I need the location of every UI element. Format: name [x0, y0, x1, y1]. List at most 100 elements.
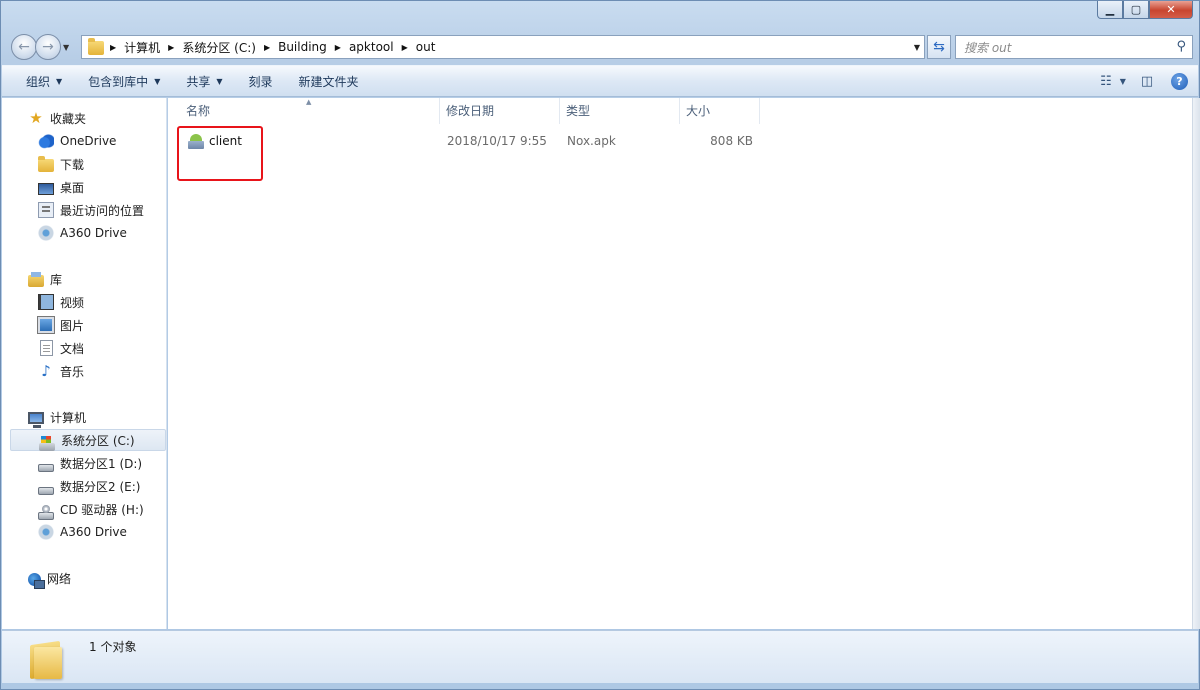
command-bar: 组织 ▼ 包含到库中 ▼ 共享 ▼ 刻录 新建文件夹 ☷ ▼ ◫ ? — [2, 65, 1198, 97]
nav-item-a360-drive-favorite[interactable]: A360 Drive — [38, 222, 127, 244]
nav-item-pictures[interactable]: 图片 — [37, 314, 84, 336]
downloads-folder-icon — [38, 155, 54, 172]
search-placeholder: 搜索 out — [964, 40, 1012, 55]
breadcrumb-chevron-icon[interactable]: ▶ — [335, 43, 341, 52]
nav-item-system-drive[interactable]: 系统分区 (C:) — [10, 429, 166, 451]
nav-item-data-drive-1[interactable]: 数据分区1 (D:) — [38, 452, 142, 474]
a360-drive-icon — [38, 225, 54, 241]
nav-item-label: 数据分区2 (E:) — [60, 479, 141, 494]
nav-item-music[interactable]: ♪ 音乐 — [38, 360, 84, 382]
sort-ascending-icon: ▲ — [306, 98, 312, 106]
breadcrumb-computer[interactable]: 计算机 — [124, 39, 160, 56]
nav-computer-label: 计算机 — [50, 410, 87, 425]
preview-pane-button[interactable]: ◫ — [1137, 71, 1157, 91]
file-name-cell[interactable]: client — [188, 130, 242, 152]
column-header-type[interactable]: 类型 — [560, 98, 680, 124]
new-folder-button[interactable]: 新建文件夹 — [286, 69, 372, 93]
navigation-pane: ★ 收藏夹 OneDrive 下载 桌面 最近访问的位置 A360 Drive … — [2, 98, 167, 629]
refresh-button[interactable]: ⇆ — [927, 35, 951, 59]
folder-icon — [28, 635, 66, 680]
nav-network-label: 网络 — [47, 571, 72, 586]
minimize-button[interactable]: ▁ — [1097, 1, 1123, 19]
recent-places-icon — [38, 202, 54, 218]
nav-item-label: 桌面 — [60, 180, 85, 195]
nav-item-videos[interactable]: 视频 — [38, 291, 84, 313]
nav-item-label: 音乐 — [60, 364, 85, 379]
breadcrumb-chevron-icon[interactable]: ▶ — [264, 43, 270, 52]
chevron-down-icon: ▼ — [56, 76, 63, 86]
search-input[interactable]: 搜索 out ⚲ — [955, 35, 1193, 59]
nav-favorites[interactable]: ★ 收藏夹 — [28, 107, 86, 129]
share-button[interactable]: 共享 ▼ — [173, 69, 235, 93]
chevron-down-icon: ▼ — [154, 76, 161, 86]
file-modified: 2018/10/17 9:55 — [447, 134, 547, 148]
address-dropdown-icon[interactable]: ▼ — [914, 43, 920, 52]
nav-item-downloads[interactable]: 下载 — [38, 153, 84, 175]
picture-icon — [37, 316, 55, 334]
breadcrumb-building[interactable]: Building — [278, 40, 327, 54]
star-icon: ★ — [29, 109, 43, 127]
nav-item-label: 数据分区1 (D:) — [60, 456, 143, 471]
library-icon — [28, 272, 44, 287]
search-icon[interactable]: ⚲ — [1176, 39, 1186, 54]
maximize-button[interactable]: ▢ — [1123, 1, 1149, 19]
burn-button[interactable]: 刻录 — [236, 69, 286, 93]
close-button[interactable]: ✕ — [1149, 1, 1193, 19]
details-pane: 1 个对象 — [2, 630, 1198, 683]
back-button[interactable]: ← — [11, 34, 37, 60]
nav-item-label: A360 Drive — [60, 226, 127, 240]
nav-item-recent-places[interactable]: 最近访问的位置 — [38, 199, 144, 221]
details-view-icon: ☷ — [1100, 73, 1112, 89]
nav-item-documents[interactable]: 文档 — [38, 337, 84, 359]
computer-icon — [28, 412, 44, 428]
nav-network[interactable]: 网络 — [28, 567, 71, 589]
nav-item-desktop[interactable]: 桌面 — [38, 176, 84, 198]
breadcrumb-system-drive[interactable]: 系统分区 (C:) — [182, 39, 256, 56]
breadcrumb-chevron-icon[interactable]: ▶ — [110, 43, 116, 52]
folder-icon — [88, 38, 104, 55]
nav-item-label: 视频 — [60, 295, 85, 310]
nav-item-label: A360 Drive — [60, 525, 127, 539]
nav-item-cd-drive[interactable]: CD 驱动器 (H:) — [38, 498, 144, 520]
document-icon — [40, 340, 53, 356]
organize-button[interactable]: 组织 ▼ — [2, 69, 75, 93]
apk-file-icon — [188, 133, 204, 149]
breadcrumb-chevron-icon[interactable]: ▶ — [402, 43, 408, 52]
address-bar[interactable]: ▶ 计算机 ▶ 系统分区 (C:) ▶ Building ▶ apktool ▶… — [81, 35, 925, 59]
forward-button[interactable]: → — [35, 34, 61, 60]
nav-item-a360-drive-computer[interactable]: A360 Drive — [38, 521, 127, 543]
video-icon — [38, 294, 54, 310]
minimize-icon: ▁ — [1105, 3, 1115, 16]
file-name: client — [209, 134, 242, 148]
windows-drive-icon — [39, 436, 55, 451]
nav-favorites-label: 收藏夹 — [50, 111, 87, 126]
column-header-modified[interactable]: 修改日期 — [440, 98, 560, 124]
recent-pages-dropdown[interactable]: ▼ — [63, 43, 69, 52]
forward-arrow-icon: → — [42, 39, 54, 55]
breadcrumb-chevron-icon[interactable]: ▶ — [168, 43, 174, 52]
share-label: 共享 — [186, 74, 211, 89]
nav-item-data-drive-2[interactable]: 数据分区2 (E:) — [38, 475, 140, 497]
nav-libraries-label: 库 — [50, 272, 63, 287]
nav-computer[interactable]: 计算机 — [28, 406, 86, 428]
music-note-icon: ♪ — [41, 362, 51, 380]
breadcrumb: ▶ 计算机 ▶ 系统分区 (C:) ▶ Building ▶ apktool ▶… — [108, 39, 435, 56]
file-type: Nox.apk — [567, 134, 616, 148]
nav-item-label: 下载 — [60, 157, 85, 172]
column-header-size[interactable]: 大小 — [680, 98, 760, 124]
explorer-window: ▁ ▢ ✕ ← → ▼ ▶ 计算机 ▶ 系统分区 (C:) ▶ Building… — [0, 0, 1200, 690]
organize-label: 组织 — [26, 74, 51, 89]
nav-libraries[interactable]: 库 — [28, 268, 62, 290]
breadcrumb-apktool[interactable]: apktool — [349, 40, 394, 54]
vertical-scrollbar[interactable] — [1192, 98, 1200, 629]
refresh-icon: ⇆ — [933, 39, 945, 55]
view-options-button[interactable]: ☷ ▼ — [1100, 71, 1126, 91]
include-in-library-label: 包含到库中 — [88, 74, 149, 89]
nav-item-onedrive[interactable]: OneDrive — [38, 130, 116, 152]
table-row[interactable]: client 2018/10/17 9:55 Nox.apk 808 KB — [168, 130, 788, 152]
breadcrumb-out[interactable]: out — [416, 40, 436, 54]
help-button[interactable]: ? — [1171, 72, 1188, 90]
include-in-library-button[interactable]: 包含到库中 ▼ — [75, 69, 173, 93]
toolbar-right: ☷ ▼ ◫ ? — [1100, 71, 1188, 91]
cd-drive-icon — [38, 505, 54, 520]
